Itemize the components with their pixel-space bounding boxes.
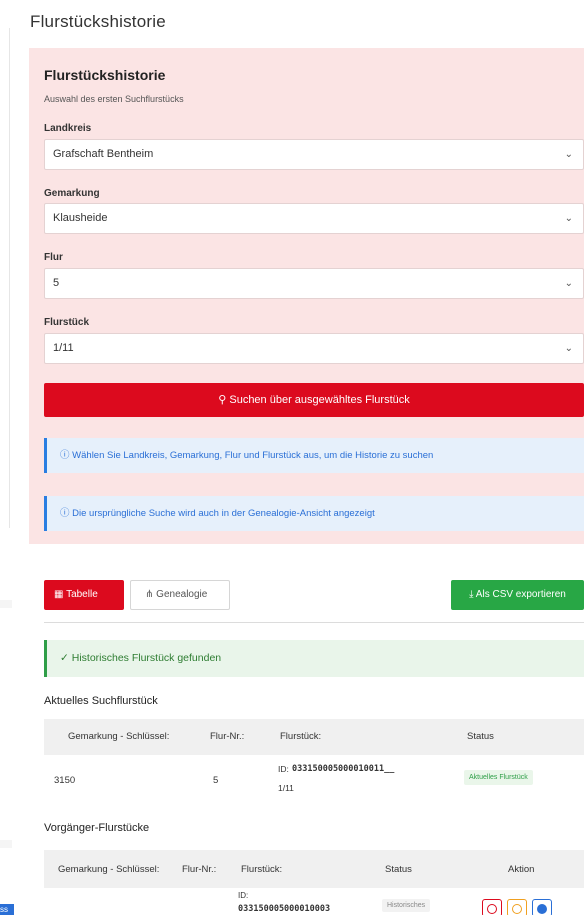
table-header: Gemarkung - Schlüssel: Flur-Nr.: Flurstü… — [44, 850, 584, 888]
status-badge: Aktuelles Flurstück — [464, 770, 533, 785]
parcel-id: 033150005000010003 — [238, 904, 331, 914]
search-button-label: Suchen über ausgewähltes Flurstück — [229, 394, 410, 406]
flur-label: Flur — [44, 252, 63, 263]
flur-cell: 5 — [213, 775, 219, 786]
current-parcel-heading: Aktuelles Suchflurstück — [44, 695, 158, 707]
current-parcel-table: Gemarkung - Schlüssel: Flur-Nr.: Flurstü… — [44, 719, 584, 805]
action-group — [482, 899, 582, 915]
column-header: Flur-Nr.: — [182, 864, 217, 875]
card-title: Flurstückshistorie — [44, 67, 166, 83]
parcel-id: 033150005000010011__ — [292, 764, 395, 774]
delete-action-button[interactable] — [482, 899, 502, 915]
gemarkung-label: Gemarkung — [44, 188, 100, 199]
info-icon: ⓘ — [60, 450, 70, 461]
gemarkung-value: Klausheide — [53, 212, 108, 224]
tab-table-label: Tabelle — [66, 589, 98, 600]
column-header: Status — [467, 731, 494, 742]
tab-genealogy[interactable]: ⋔ Genealogie — [130, 580, 230, 610]
left-panel-row — [0, 840, 12, 848]
predecessor-heading: Vorgänger-Flurstücke — [44, 822, 150, 834]
chevron-down-icon: ⌄ — [564, 149, 573, 160]
id-label: ID: — [278, 764, 289, 774]
info-alert: ⓘ Wählen Sie Landkreis, Gemarkung, Flur … — [44, 438, 584, 473]
flur-select[interactable]: 5 ⌄ — [44, 268, 584, 299]
divider — [44, 622, 584, 623]
info-icon: ⓘ — [60, 508, 70, 519]
column-header: Flur-Nr.: — [210, 731, 245, 742]
column-header: Gemarkung - Schlüssel: — [68, 731, 170, 742]
tab-genealogy-label: Genealogie — [156, 589, 208, 600]
chevron-down-icon: ⌄ — [564, 278, 573, 289]
genealogy-icon: ⋔ — [145, 589, 154, 600]
id-label: ID: — [238, 891, 249, 900]
page-title: Flurstückshistorie — [30, 12, 166, 31]
parcel-number: 1/11 — [278, 783, 294, 793]
chevron-down-icon: ⌄ — [564, 213, 573, 224]
card-subtitle: Auswahl des ersten Suchflurstücks — [44, 94, 184, 104]
column-header: Gemarkung - Schlüssel: — [58, 864, 160, 875]
check-circle-icon: ✓ — [60, 652, 69, 664]
success-alert: ✓ Historisches Flurstück gefunden — [44, 640, 584, 677]
flurstueck-label: Flurstück — [44, 317, 90, 328]
status-badge: Historisches — [382, 899, 431, 912]
export-csv-label: Als CSV exportieren — [475, 589, 566, 600]
landkreis-value: Grafschaft Bentheim — [53, 148, 154, 160]
search-button[interactable]: ⚲ Suchen über ausgewähltes Flurstück — [44, 383, 584, 417]
success-text: Historisches Flurstück gefunden — [71, 652, 222, 664]
table-header: Gemarkung - Schlüssel: Flur-Nr.: Flurstü… — [44, 719, 584, 755]
column-header: Status — [385, 864, 412, 875]
info-text: Die ursprüngliche Suche wird auch in der… — [72, 508, 375, 519]
search-icon: ⚲ — [218, 394, 227, 406]
flurstueck-value: 1/11 — [53, 342, 74, 354]
left-panel-border — [0, 28, 10, 528]
export-csv-button[interactable]: ⤓ Als CSV exportieren — [451, 580, 584, 610]
predecessor-table: Gemarkung - Schlüssel: Flur-Nr.: Flurstü… — [44, 850, 584, 915]
left-panel-button[interactable]: ss — [0, 904, 14, 915]
landkreis-select[interactable]: Grafschaft Bentheim ⌄ — [44, 139, 584, 170]
info-action-button[interactable] — [532, 899, 552, 915]
landkreis-label: Landkreis — [44, 123, 92, 134]
gemarkung-cell: 3150 — [54, 775, 76, 786]
gemarkung-select[interactable]: Klausheide ⌄ — [44, 203, 584, 234]
tab-table[interactable]: ▦ Tabelle — [44, 580, 124, 610]
column-header: Flurstück: — [241, 864, 283, 875]
table-icon: ▦ — [54, 589, 64, 600]
search-card: Flurstückshistorie Auswahl des ersten Su… — [29, 48, 584, 544]
column-header: Flurstück: — [280, 731, 322, 742]
info-alert: ⓘ Die ursprüngliche Suche wird auch in d… — [44, 496, 584, 531]
table-row: ID: 033150005000010003 Historisches — [44, 888, 584, 915]
flur-value: 5 — [53, 277, 60, 289]
info-text: Wählen Sie Landkreis, Gemarkung, Flur un… — [72, 450, 434, 461]
flurstueck-select[interactable]: 1/11 ⌄ — [44, 333, 584, 364]
download-icon: ⤓ — [469, 589, 474, 600]
table-row: 3150 5 ID: 033150005000010011__ 1/11 Akt… — [44, 755, 584, 805]
column-header: Aktion — [508, 864, 535, 875]
warning-action-button[interactable] — [507, 899, 527, 915]
chevron-down-icon: ⌄ — [564, 343, 573, 354]
left-panel-row — [0, 600, 12, 608]
